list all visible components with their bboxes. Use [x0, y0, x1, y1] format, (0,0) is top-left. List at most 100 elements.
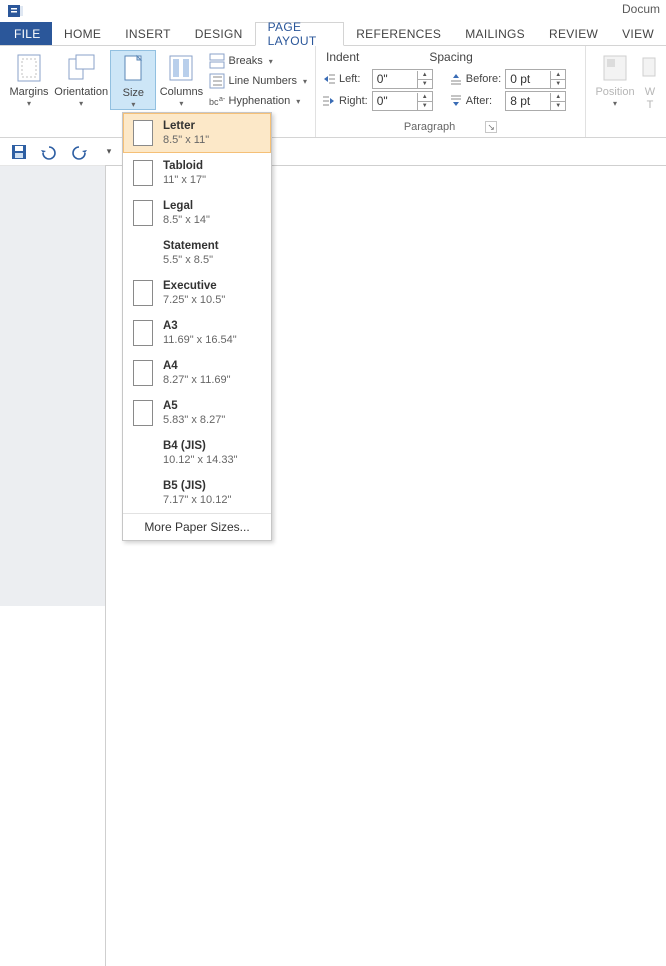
tab-home[interactable]: HOME — [52, 22, 113, 45]
ribbon: Margins ▾ Orientation ▾ Size ▾ — [0, 46, 666, 138]
page-thumb-icon — [133, 280, 153, 306]
page-thumb-icon — [133, 200, 153, 226]
tab-mailings[interactable]: MAILINGS — [453, 22, 537, 45]
size-option-info: Legal8.5" x 14" — [163, 199, 210, 227]
chevron-down-icon: ▾ — [27, 99, 31, 108]
group-arrange: Position ▾ W T — [586, 46, 666, 137]
spacing-before-value[interactable] — [506, 72, 550, 86]
size-option-letter[interactable]: Letter8.5" x 11" — [123, 113, 271, 153]
qat-customize[interactable]: ▾ — [100, 143, 118, 161]
more-paper-sizes[interactable]: More Paper Sizes... — [123, 513, 271, 540]
tab-view[interactable]: VIEW — [610, 22, 666, 45]
size-option-dim: 10.12" x 14.33" — [163, 453, 237, 467]
size-option-statement[interactable]: Statement5.5" x 8.5" — [123, 233, 271, 273]
size-option-info: B5 (JIS)7.17" x 10.12" — [163, 479, 231, 507]
size-option-executive[interactable]: Executive7.25" x 10.5" — [123, 273, 271, 313]
group-arrange-label — [592, 133, 660, 135]
page-thumb-icon — [133, 120, 153, 146]
save-button[interactable] — [10, 143, 28, 161]
breaks-button[interactable]: Breaks▾ — [207, 52, 310, 70]
spacing-before-input[interactable]: ▲▼ — [505, 69, 566, 89]
page-thumb-icon — [133, 400, 153, 426]
hyphenation-button[interactable]: bca- Hyphenation ▾ — [207, 92, 310, 110]
size-dropdown: Letter8.5" x 11" Tabloid11" x 17" Legal8.5… — [122, 112, 272, 541]
paragraph-launcher[interactable]: ↘ — [485, 121, 497, 133]
size-option-info: Executive7.25" x 10.5" — [163, 279, 225, 307]
position-label: Position — [595, 86, 634, 99]
indent-right-label: Right: — [322, 94, 368, 108]
line-numbers-label: Line Numbers — [229, 75, 297, 87]
size-option-a4[interactable]: A48.27" x 11.69" — [123, 353, 271, 393]
size-option-info: A55.83" x 8.27" — [163, 399, 225, 427]
size-option-tabloid[interactable]: Tabloid11" x 17" — [123, 153, 271, 193]
size-icon — [117, 53, 149, 85]
orientation-icon — [65, 52, 97, 84]
size-option-name: B4 (JIS) — [163, 439, 237, 453]
wrap-text-button[interactable]: W T — [640, 50, 660, 112]
indent-left-value[interactable] — [373, 72, 417, 86]
document-area — [0, 166, 666, 606]
margins-label: Margins — [9, 86, 48, 99]
line-numbers-button[interactable]: Line Numbers ▾ — [207, 72, 310, 90]
quick-access-toolbar: ▾ — [0, 138, 666, 166]
indent-left-input[interactable]: ▲▼ — [372, 69, 433, 89]
chevron-down-icon: ▾ — [303, 77, 307, 86]
spinner[interactable]: ▲▼ — [550, 93, 565, 110]
spinner[interactable]: ▲▼ — [550, 71, 565, 88]
indent-right-input[interactable]: ▲▼ — [372, 91, 433, 111]
svg-text:bc: bc — [209, 97, 219, 107]
chevron-down-icon: ▾ — [269, 57, 273, 66]
indent-right-value[interactable] — [373, 94, 417, 108]
title-bar: Docum — [0, 0, 666, 22]
size-option-info: A48.27" x 11.69" — [163, 359, 231, 387]
size-button[interactable]: Size ▾ — [110, 50, 156, 110]
tab-design[interactable]: DESIGN — [183, 22, 255, 45]
hyphenation-label: Hyphenation — [229, 95, 291, 107]
orientation-label: Orientation — [54, 86, 108, 99]
spinner[interactable]: ▲▼ — [417, 93, 432, 110]
svg-text:a-: a- — [219, 96, 225, 103]
document-title: Docum — [622, 2, 660, 16]
size-option-name: Tabloid — [163, 159, 206, 173]
columns-button[interactable]: Columns ▾ — [158, 50, 204, 108]
size-option-name: A4 — [163, 359, 231, 373]
size-option-name: A3 — [163, 319, 237, 333]
tab-page-layout[interactable]: PAGE LAYOUT — [255, 22, 345, 46]
size-option-b5-jis-[interactable]: B5 (JIS)7.17" x 10.12" — [123, 473, 271, 513]
tab-file[interactable]: FILE — [0, 22, 52, 45]
size-option-b4-jis-[interactable]: B4 (JIS)10.12" x 14.33" — [123, 433, 271, 473]
columns-icon — [165, 52, 197, 84]
group-paragraph-label: Paragraph ↘ — [322, 121, 579, 135]
margins-button[interactable]: Margins ▾ — [6, 50, 52, 108]
undo-button[interactable] — [40, 143, 58, 161]
page-setup-stack: Breaks▾ Line Numbers ▾ bca- Hyphenation ▾ — [207, 50, 310, 110]
position-button[interactable]: Position ▾ — [592, 50, 638, 108]
spinner[interactable]: ▲▼ — [417, 71, 432, 88]
spacing-after-value[interactable] — [506, 94, 550, 108]
size-option-dim: 5.83" x 8.27" — [163, 413, 225, 427]
app-icon — [8, 3, 24, 19]
margins-icon — [13, 52, 45, 84]
size-option-info: Tabloid11" x 17" — [163, 159, 206, 187]
ribbon-tabs: FILE HOME INSERT DESIGN PAGE LAYOUT REFE… — [0, 22, 666, 46]
size-option-dim: 8.5" x 11" — [163, 133, 209, 147]
size-option-name: B5 (JIS) — [163, 479, 231, 493]
tab-references[interactable]: REFERENCES — [344, 22, 453, 45]
orientation-button[interactable]: Orientation ▾ — [54, 50, 108, 108]
redo-button[interactable] — [70, 143, 88, 161]
size-option-a5[interactable]: A55.83" x 8.27" — [123, 393, 271, 433]
tab-insert[interactable]: INSERT — [113, 22, 183, 45]
size-option-info: B4 (JIS)10.12" x 14.33" — [163, 439, 237, 467]
position-icon — [599, 52, 631, 84]
size-option-a3[interactable]: A311.69" x 16.54" — [123, 313, 271, 353]
size-option-dim: 8.27" x 11.69" — [163, 373, 231, 387]
chevron-down-icon: ▾ — [296, 97, 300, 106]
chevron-down-icon: ▾ — [131, 100, 135, 109]
line-numbers-icon — [209, 73, 225, 89]
size-option-info: A311.69" x 16.54" — [163, 319, 237, 347]
size-option-info: Statement5.5" x 8.5" — [163, 239, 219, 267]
spacing-after-input[interactable]: ▲▼ — [505, 91, 566, 111]
wrap-text-label: W T — [645, 86, 655, 112]
size-option-legal[interactable]: Legal8.5" x 14" — [123, 193, 271, 233]
tab-review[interactable]: REVIEW — [537, 22, 610, 45]
